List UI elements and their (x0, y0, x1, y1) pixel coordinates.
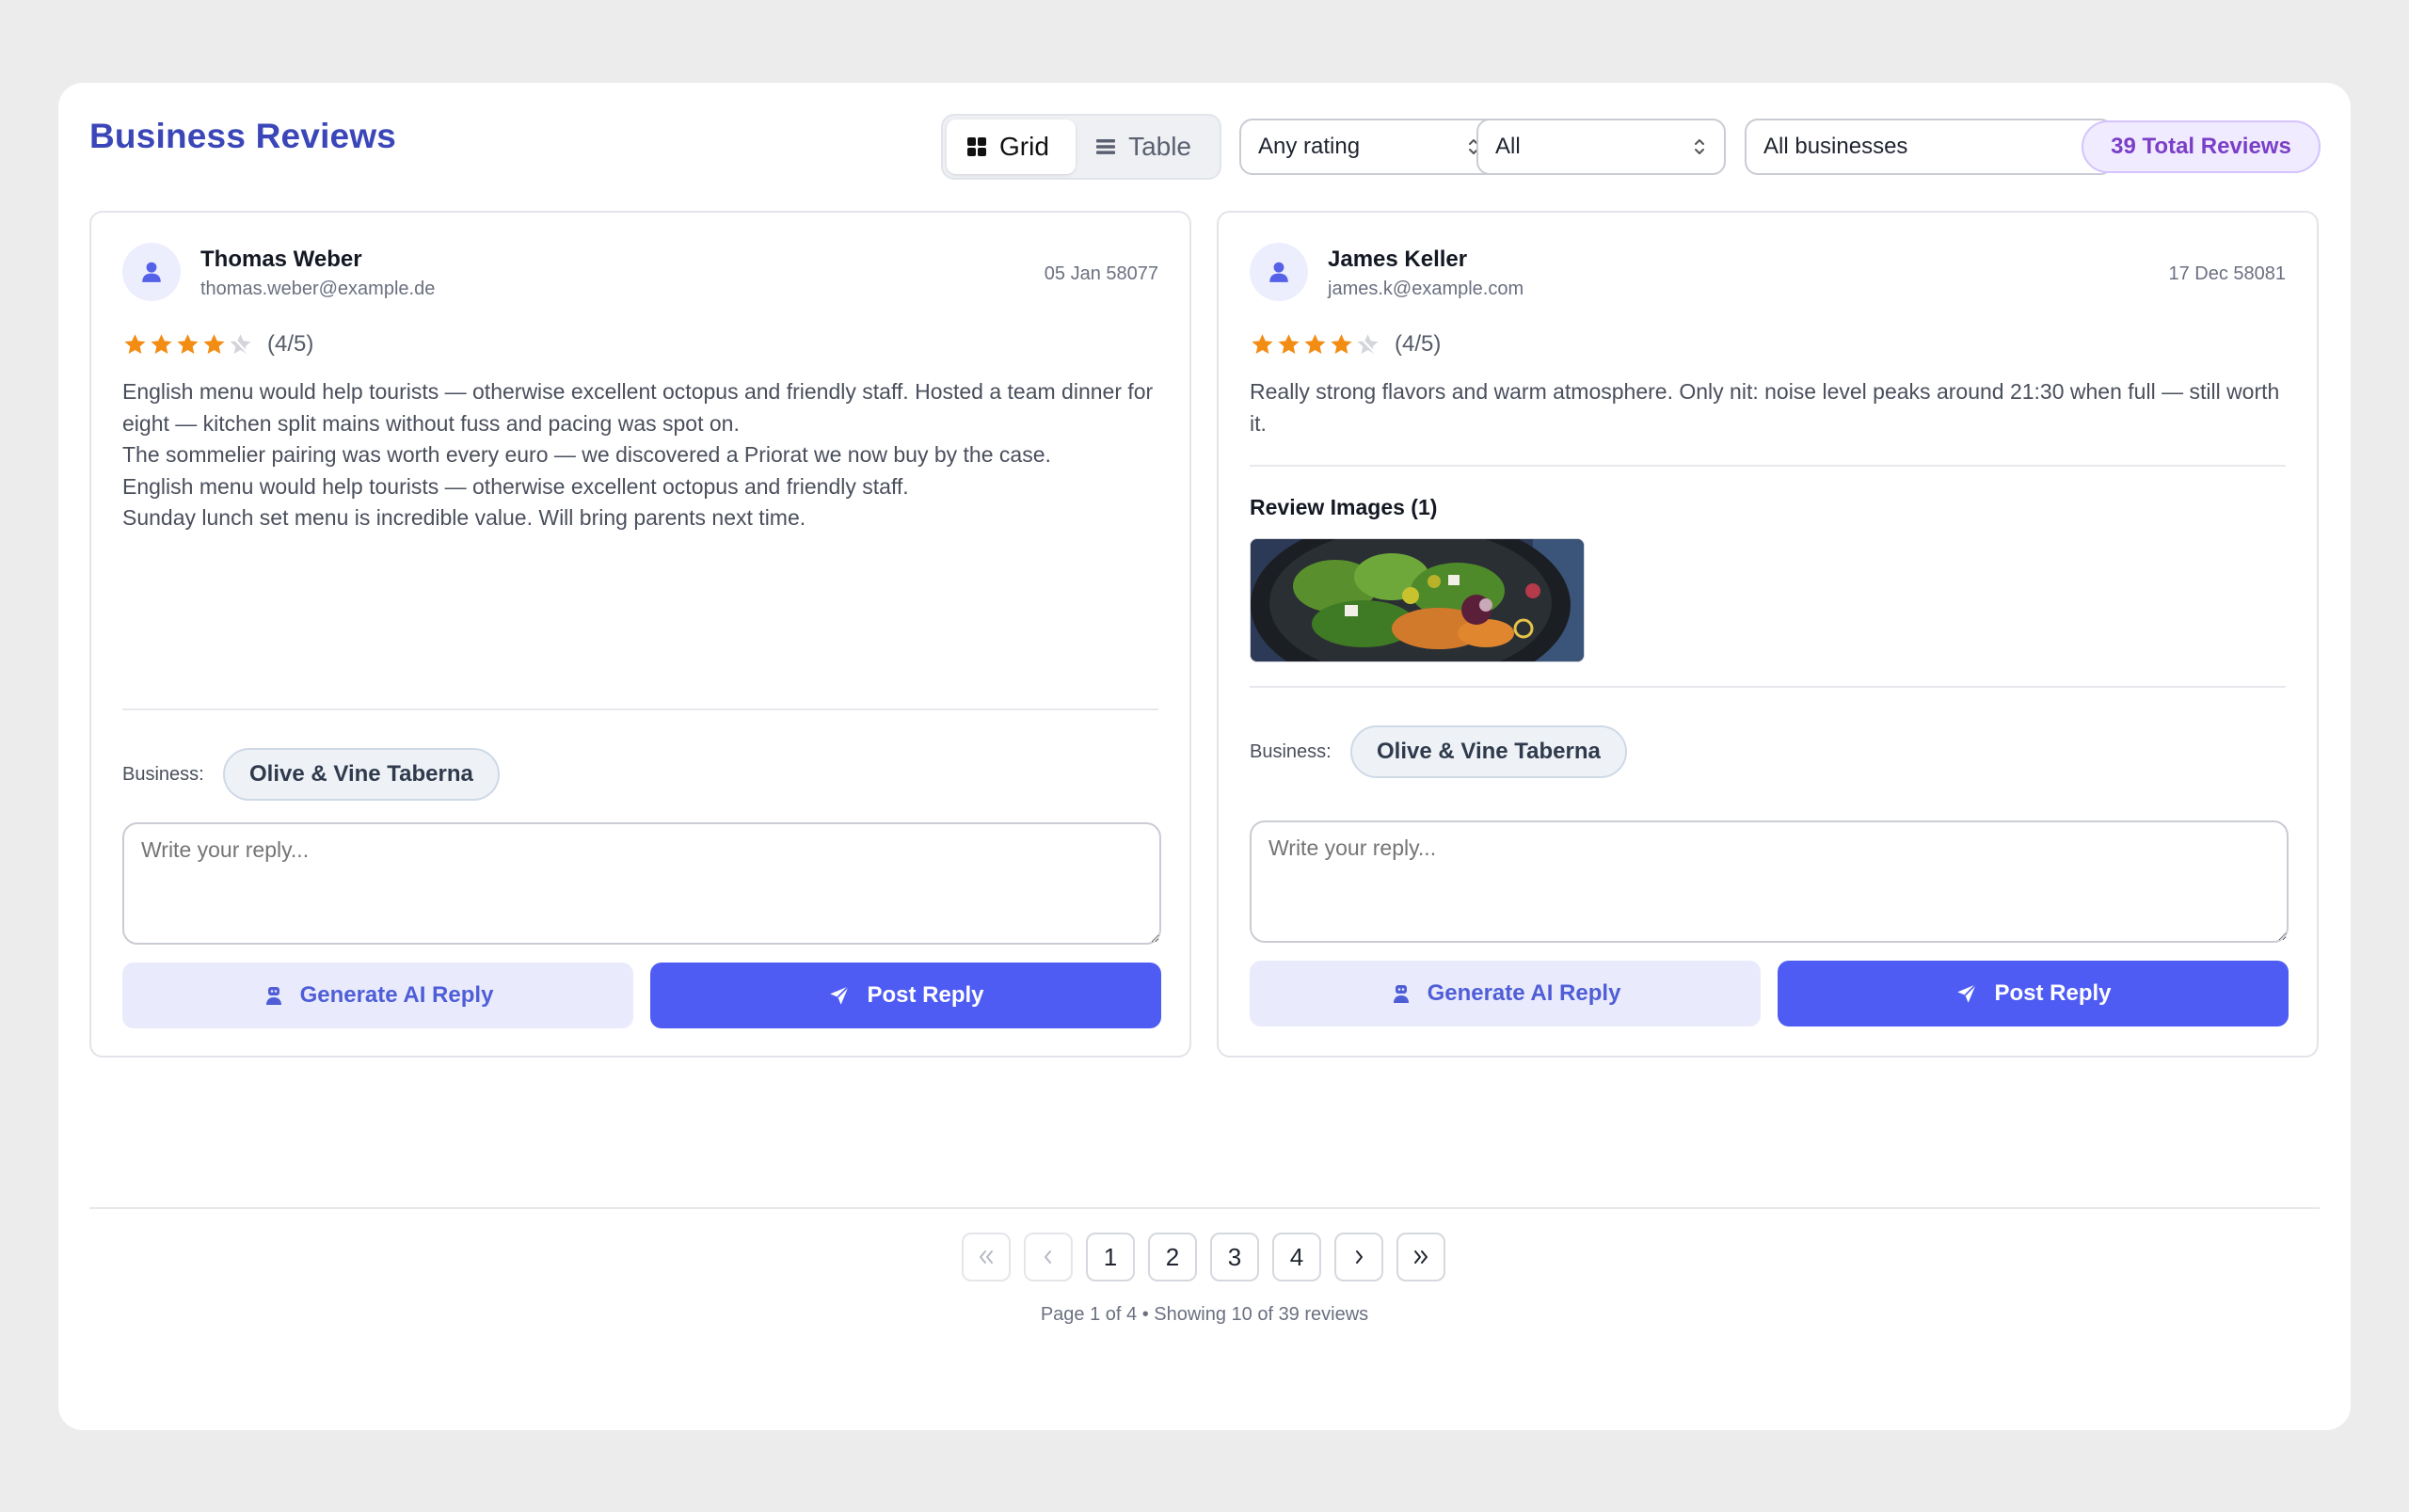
grid-view-button[interactable]: Grid (947, 119, 1077, 174)
review-date: 17 Dec 58081 (2168, 263, 2286, 284)
page-title: Business Reviews (89, 117, 397, 155)
footer-divider (89, 1207, 2320, 1209)
business-filter-select[interactable]: All businesses (1745, 119, 2114, 175)
generate-ai-reply-label: Generate AI Reply (299, 982, 494, 1008)
star-filled-icon (1252, 333, 1273, 354)
post-reply-button[interactable]: Post Reply (650, 963, 1161, 1028)
review-card: Thomas Weber thomas.weber@example.de 05 … (89, 211, 1191, 1058)
view-toggle: Grid Table (941, 114, 1221, 180)
user-icon (1269, 262, 1288, 282)
star-filled-icon (124, 333, 146, 354)
generate-ai-reply-button[interactable]: Generate AI Reply (122, 963, 633, 1028)
send-icon (1957, 983, 1977, 1003)
review-date: 05 Jan 58077 (1044, 263, 1158, 284)
divider (122, 708, 1158, 710)
chevron-left-icon (1045, 1250, 1051, 1264)
star-filled-icon (1331, 333, 1352, 354)
page-button-3[interactable]: 3 (1210, 1233, 1259, 1281)
rating-text: (4/5) (267, 331, 314, 357)
chevrons-left-icon (980, 1250, 993, 1264)
review-text: English menu would help tourists — other… (122, 376, 1167, 534)
rating-text: (4/5) (1395, 331, 1442, 357)
star-filled-icon (1278, 333, 1300, 354)
divider (1250, 465, 2286, 467)
total-reviews-badge: 39 Total Reviews (2082, 120, 2321, 173)
status-filter-select[interactable]: All (1476, 119, 1726, 175)
rating-filter-value: Any rating (1258, 134, 1361, 159)
review-image-salad[interactable] (1250, 538, 1585, 662)
reviewer-email: thomas.weber@example.de (200, 279, 436, 299)
reviewer-name: Thomas Weber (200, 247, 362, 272)
page-button-1[interactable]: 1 (1086, 1233, 1135, 1281)
pagination: 1 2 3 4 (962, 1233, 1445, 1281)
robot-icon (265, 987, 281, 1005)
review-card: James Keller james.k@example.com 17 Dec … (1217, 211, 2319, 1058)
review-paragraph: The sommelier pairing was worth every eu… (122, 442, 1051, 467)
star-rating: (4/5) (122, 331, 313, 358)
star-rating: (4/5) (1250, 331, 1441, 358)
status-filter-value: All (1495, 134, 1521, 159)
grid-view-label: Grid (999, 132, 1049, 161)
business-chip[interactable]: Olive & Vine Taberna (1350, 725, 1627, 778)
star-filled-icon (151, 333, 172, 354)
pagination-info: Page 1 of 4 • Showing 10 of 39 reviews (1040, 1304, 1369, 1325)
avatar (1250, 243, 1308, 301)
business-label: Business: (1250, 741, 1332, 762)
rating-filter-select[interactable]: Any rating (1239, 119, 1500, 175)
review-images-title: Review Images (1) (1250, 495, 1438, 519)
avatar (122, 243, 181, 301)
reviewer-email: james.k@example.com (1328, 279, 1524, 299)
post-reply-label: Post Reply (867, 982, 984, 1008)
star-empty-icon (1357, 333, 1379, 355)
business-filter-value: All businesses (1763, 134, 1908, 159)
salad-image (1251, 539, 1584, 661)
reviewer-name: James Keller (1328, 247, 1468, 272)
reply-input[interactable] (1250, 820, 2289, 943)
user-icon (142, 262, 161, 282)
table-view-label: Table (1128, 132, 1191, 161)
list-icon (1096, 139, 1116, 154)
chevrons-right-icon (1414, 1250, 1428, 1264)
star-filled-icon (203, 333, 225, 354)
reviews-panel: Business Reviews Grid Table Any rating A… (58, 83, 2351, 1430)
last-page-button[interactable] (1396, 1233, 1445, 1281)
next-page-button[interactable] (1334, 1233, 1383, 1281)
generate-ai-reply-label: Generate AI Reply (1427, 980, 1621, 1006)
page-button-2[interactable]: 2 (1148, 1233, 1197, 1281)
chevron-right-icon (1356, 1250, 1363, 1264)
post-reply-label: Post Reply (1994, 980, 2112, 1006)
robot-icon (1393, 985, 1409, 1003)
prev-page-button[interactable] (1024, 1233, 1073, 1281)
review-paragraph: English menu would help tourists — other… (122, 473, 909, 499)
star-empty-icon (230, 333, 251, 355)
grid-icon (967, 137, 986, 156)
post-reply-button[interactable]: Post Reply (1778, 961, 2289, 1027)
review-text: Really strong flavors and warm atmospher… (1250, 376, 2294, 439)
review-paragraph: English menu would help tourists — other… (122, 379, 1154, 436)
generate-ai-reply-button[interactable]: Generate AI Reply (1250, 961, 1761, 1027)
table-view-button[interactable]: Table (1076, 119, 1216, 174)
review-paragraph: Sunday lunch set menu is incredible valu… (122, 505, 806, 530)
review-paragraph: Really strong flavors and warm atmospher… (1250, 379, 2280, 436)
business-label: Business: (122, 764, 204, 785)
star-filled-icon (1304, 333, 1326, 354)
send-icon (830, 985, 850, 1005)
reply-input[interactable] (122, 822, 1161, 945)
business-chip[interactable]: Olive & Vine Taberna (223, 748, 500, 801)
divider (1250, 686, 2286, 688)
star-filled-icon (177, 333, 199, 354)
page-button-4[interactable]: 4 (1272, 1233, 1321, 1281)
chevron-updown-icon (1695, 139, 1704, 154)
first-page-button[interactable] (962, 1233, 1011, 1281)
